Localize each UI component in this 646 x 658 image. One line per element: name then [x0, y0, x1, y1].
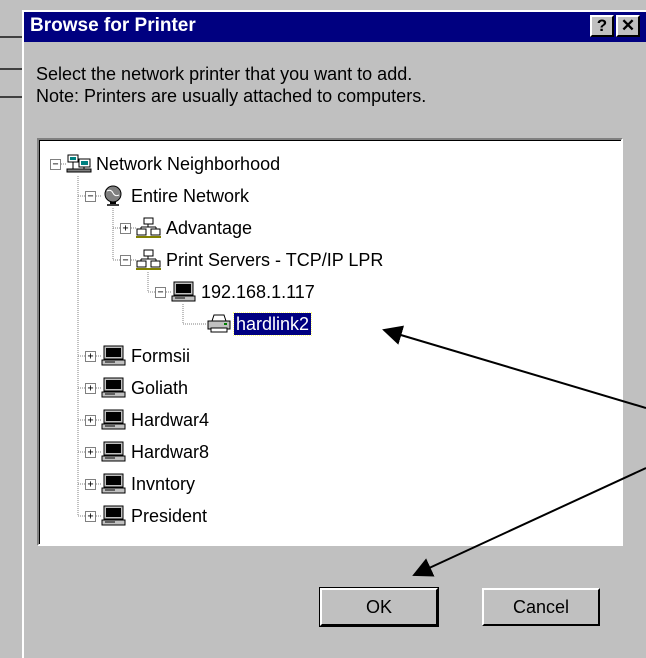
tree-node-label[interactable]: Formsii [129, 345, 192, 367]
tree-node[interactable]: + Advantage [40, 217, 620, 241]
printer-icon [206, 313, 232, 335]
tree-node-label[interactable]: Hardwar8 [129, 441, 211, 463]
tree-node[interactable]: + Formsii [40, 345, 620, 369]
tree-node-label[interactable]: Print Servers - TCP/IP LPR [164, 249, 385, 271]
instruction-text: Select the network printer that you want… [36, 64, 413, 84]
collapse-toggle-icon[interactable]: − [85, 191, 96, 202]
computer-icon [101, 473, 127, 495]
tree-node[interactable]: − Print Servers - TCP/IP LPR [40, 249, 620, 273]
tree-node[interactable]: − 192.168.1.117 [40, 281, 620, 305]
tree-node[interactable]: − Entire Network [40, 185, 620, 209]
ok-button[interactable]: OK [319, 587, 439, 627]
tree-node-label[interactable]: Network Neighborhood [94, 153, 282, 175]
computer-icon [101, 377, 127, 399]
note-text: Note: Printers are usually attached to c… [36, 86, 427, 106]
cancel-button[interactable]: Cancel [482, 588, 600, 626]
close-button[interactable]: ✕ [616, 15, 640, 37]
tree-node[interactable]: − Network Neighborhood [40, 153, 620, 177]
expand-toggle-icon[interactable]: + [85, 447, 96, 458]
help-button[interactable]: ? [590, 15, 614, 37]
network-group-icon [136, 217, 162, 239]
tree-node-label[interactable]: Advantage [164, 217, 254, 239]
tree-node[interactable]: + Hardwar8 [40, 441, 620, 465]
expand-toggle-icon[interactable]: + [85, 383, 96, 394]
tree-node-label[interactable]: President [129, 505, 209, 527]
globe-icon [101, 185, 127, 207]
tree-node[interactable]: + Goliath [40, 377, 620, 401]
expand-toggle-icon[interactable]: + [85, 511, 96, 522]
computer-icon [101, 441, 127, 463]
computer-icon [101, 409, 127, 431]
tree-node-label[interactable]: Hardwar4 [129, 409, 211, 431]
computer-icon [101, 505, 127, 527]
expand-toggle-icon[interactable]: + [85, 479, 96, 490]
computer-icon [101, 345, 127, 367]
tree-node-label[interactable]: Goliath [129, 377, 190, 399]
tree-node[interactable]: + Hardwar4 [40, 409, 620, 433]
network-group-icon [136, 249, 162, 271]
expand-toggle-icon[interactable]: + [120, 223, 131, 234]
tree-node-label[interactable]: hardlink2 [232, 312, 313, 336]
tree-node-label[interactable]: Invntory [129, 473, 197, 495]
dialog-title: Browse for Printer [30, 15, 196, 36]
expand-toggle-icon[interactable]: + [85, 415, 96, 426]
computer-icon [171, 281, 197, 303]
collapse-toggle-icon[interactable]: − [50, 159, 61, 170]
printer-tree-view[interactable]: − Network Neighborhood − Entire Network + Adv… [37, 138, 623, 546]
title-bar[interactable]: Browse for Printer ? ✕ [24, 12, 646, 42]
tree-node-label[interactable]: Entire Network [129, 185, 251, 207]
browse-for-printer-dialog: Browse for Printer ? ✕ Select the networ… [22, 10, 646, 658]
expand-toggle-icon[interactable]: + [85, 351, 96, 362]
tree-node[interactable]: hardlink2 [40, 312, 620, 337]
collapse-toggle-icon[interactable]: − [155, 287, 166, 298]
collapse-toggle-icon[interactable]: − [120, 255, 131, 266]
tree-node[interactable]: + Invntory [40, 473, 620, 497]
tree-node-label[interactable]: 192.168.1.117 [199, 281, 317, 303]
tree-node[interactable]: + President [40, 505, 620, 529]
network-neighborhood-icon [66, 153, 92, 175]
